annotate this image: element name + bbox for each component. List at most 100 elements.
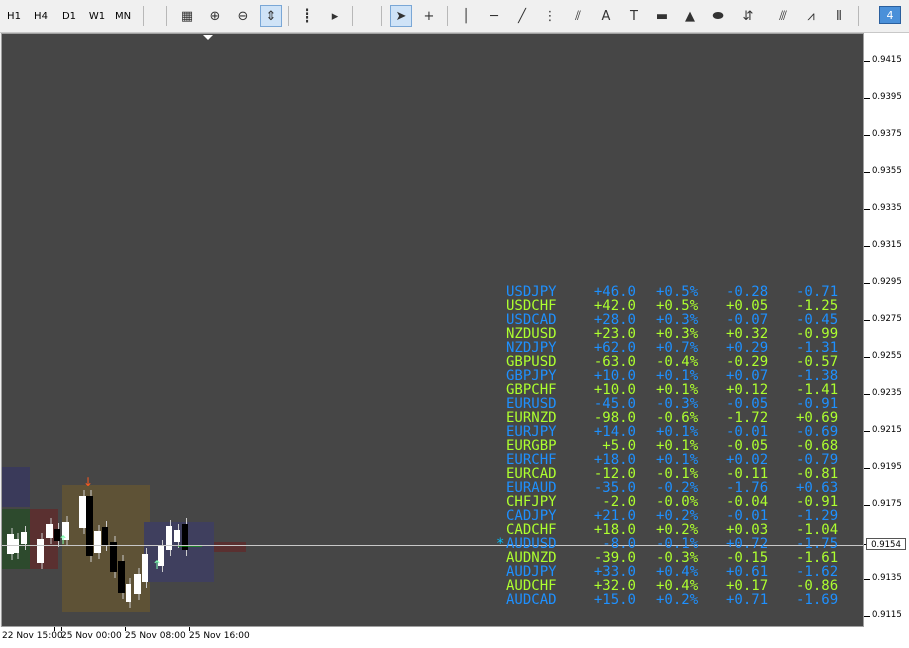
time-tick [125, 627, 126, 631]
pair-name: EURCHF [506, 452, 557, 468]
time-axis[interactable]: 22 Nov 15:00 25 Nov 00:00 25 Nov 08:00 25 N… [0, 627, 909, 648]
timeframe-h1-button[interactable]: H1 [3, 9, 25, 25]
timeframe-h4-button[interactable]: H4 [30, 9, 52, 25]
zoom-in-icon[interactable]: ⊕ [204, 5, 226, 27]
strength-value: -0.05 [726, 438, 769, 454]
pips-change: -98.0 [593, 410, 636, 426]
pips-change: -45.0 [593, 396, 636, 412]
cycle-lines-icon[interactable]: ⦀ [828, 5, 850, 27]
pips-change: -8.0 [602, 536, 636, 552]
correlation-value: -1.29 [796, 508, 839, 524]
text-label-icon[interactable]: T [623, 5, 645, 27]
zoom-out-icon[interactable]: ⊖ [232, 5, 254, 27]
pips-change: -63.0 [593, 354, 636, 370]
correlation-value: -0.45 [796, 312, 839, 328]
correlation-value: -0.57 [796, 354, 839, 370]
price-tick [864, 616, 870, 617]
chart-window-icon[interactable]: ▦ [176, 5, 198, 27]
price-tick [864, 357, 870, 358]
horizontal-line-icon[interactable]: ─ [483, 5, 505, 27]
vertical-line-icon[interactable]: │ [455, 5, 477, 27]
rectangle-icon[interactable]: ▬ [651, 5, 673, 27]
trendline-icon[interactable]: ╱ [511, 5, 533, 27]
candle-body [166, 526, 172, 550]
percent-change: -0.1% [656, 466, 699, 482]
candle-body [134, 574, 141, 594]
strength-value: +0.29 [726, 340, 769, 356]
correlation-value: -0.99 [796, 326, 839, 342]
pair-name: CADCHF [506, 522, 557, 538]
pair-name: GBPCHF [506, 382, 557, 398]
percent-change: +0.2% [656, 592, 699, 608]
fibonacci-fan-icon[interactable]: ⫽ [567, 5, 589, 27]
percent-change: -0.4% [656, 354, 699, 370]
correlation-value: -1.25 [796, 298, 839, 314]
autoscroll-icon[interactable]: ▸ [324, 5, 346, 27]
candle-body [102, 527, 108, 545]
pips-change: +21.0 [593, 508, 636, 524]
pips-change: +18.0 [593, 522, 636, 538]
window-count-badge[interactable]: 4 [879, 6, 901, 24]
crosshair-icon[interactable]: + [418, 5, 440, 27]
toolbar-separator [166, 6, 167, 26]
strength-value: +0.02 [726, 452, 769, 468]
strength-value: -0.28 [726, 284, 769, 300]
strength-value: -0.29 [726, 354, 769, 370]
chart-scale-icon[interactable]: ⇕ [260, 5, 282, 27]
pips-change: +10.0 [593, 382, 636, 398]
strength-value: +0.32 [726, 326, 769, 342]
pips-change: +28.0 [593, 312, 636, 328]
correlation-value: -1.75 [796, 536, 839, 552]
price-axis[interactable]: 0.9415 0.9395 0.9375 0.9355 0.9335 0.9315 0.92… [864, 33, 909, 627]
percent-change: +0.1% [656, 452, 699, 468]
pair-name: EURCAD [506, 466, 557, 482]
elliott-wave-icon[interactable]: ⩘ [800, 5, 822, 27]
ellipse-icon[interactable]: ⬬ [707, 5, 729, 27]
time-tick [189, 627, 190, 631]
strength-value: -1.72 [726, 410, 769, 426]
pips-change: +33.0 [593, 564, 636, 580]
percent-change: +0.1% [656, 368, 699, 384]
strength-value: +0.71 [726, 592, 769, 608]
correlation-value: +0.69 [796, 410, 839, 426]
candle-body [46, 524, 53, 538]
correlation-value: -0.91 [796, 396, 839, 412]
timeframe-mn-button[interactable]: MN [112, 9, 134, 25]
time-tick [61, 627, 62, 631]
pair-name: EURGBP [506, 438, 557, 454]
selected-pair-marker: * [496, 536, 505, 552]
cursor-icon[interactable]: ➤ [390, 5, 412, 27]
pair-name: EURUSD [506, 396, 557, 412]
pair-name: NZDJPY [506, 340, 557, 356]
strength-value: -0.11 [726, 466, 769, 482]
strength-value: -0.15 [726, 550, 769, 566]
timeframe-d1-button[interactable]: D1 [58, 9, 80, 25]
pair-name: USDCHF [506, 298, 557, 314]
arrows-icon[interactable]: ⇵ [737, 5, 759, 27]
price-tick-label: 0.9335 [872, 203, 902, 213]
pair-name: EURNZD [506, 410, 557, 426]
correlation-value: -0.68 [796, 438, 839, 454]
candle-body [14, 539, 19, 553]
candle-body [79, 496, 86, 528]
percent-change: +0.4% [656, 578, 699, 594]
period-separator-icon[interactable]: ┋ [296, 5, 318, 27]
pair-name: AUDCAD [506, 592, 557, 608]
candle-body [7, 534, 14, 554]
pips-change: -39.0 [593, 550, 636, 566]
price-chart[interactable]: ↓ ↑ ↑ USDJPY +46.0 +0.5% -0.28 -0.71 USDCHF +42.… [1, 33, 864, 627]
pips-change: +42.0 [593, 298, 636, 314]
text-icon[interactable]: A [595, 5, 617, 27]
candle-body [174, 530, 180, 542]
timeframe-w1-button[interactable]: W1 [86, 9, 108, 25]
channel-icon[interactable]: ⋮ [539, 5, 561, 27]
strength-value: -0.07 [726, 312, 769, 328]
correlation-value: -1.62 [796, 564, 839, 580]
current-price-label: 0.9154 [866, 538, 906, 550]
pitchfork-icon[interactable]: ⫻ [772, 5, 794, 27]
correlation-value: +0.63 [796, 480, 839, 496]
toolbar-separator [352, 6, 353, 26]
triangle-icon[interactable]: ▲ [679, 5, 701, 27]
strength-value: +0.72 [726, 536, 769, 552]
pips-change: +32.0 [593, 578, 636, 594]
